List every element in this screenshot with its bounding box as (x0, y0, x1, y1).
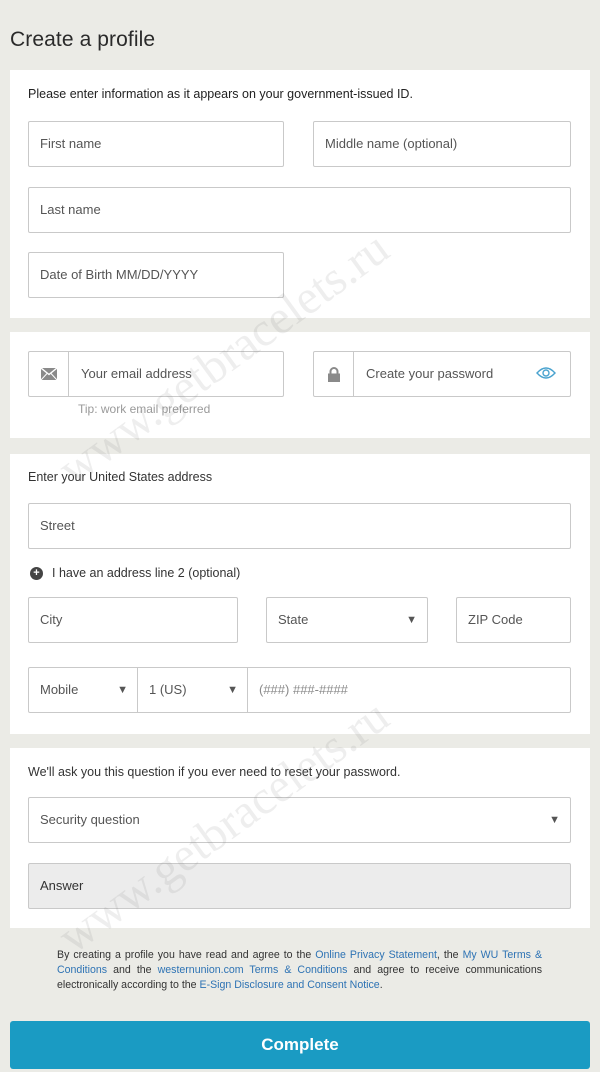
phone-type-select[interactable]: Mobile ▼ (29, 668, 137, 712)
phone-group: Mobile ▼ 1 (US) ▼ (###) ###-#### (28, 667, 571, 713)
chevron-down-icon: ▼ (117, 684, 128, 696)
phone-number-field[interactable]: (###) ###-#### (248, 668, 570, 712)
answer-field[interactable]: Answer (28, 863, 571, 909)
street-field[interactable]: Street (28, 503, 571, 549)
terms-text-part: and the (107, 964, 158, 977)
terms-text-part: , the (436, 949, 463, 961)
phone-placeholder: (###) ###-#### (259, 682, 348, 697)
security-question-select[interactable]: Security question ▼ (28, 797, 571, 843)
email-tip: Tip: work email preferred (78, 402, 211, 416)
terms-text: By creating a profile you have read and … (57, 948, 542, 994)
terms-text-part: By creating a profile you have read and … (57, 949, 316, 961)
zip-field[interactable]: ZIP Code (456, 597, 571, 643)
chevron-down-icon: ▼ (227, 684, 238, 696)
account-card: Your email address Tip: work email prefe… (10, 332, 590, 438)
eye-icon[interactable] (536, 366, 556, 385)
dob-field[interactable]: Date of Birth MM/DD/YYYY (28, 252, 284, 298)
last-name-placeholder: Last name (40, 202, 101, 217)
email-field[interactable]: Your email address (28, 351, 284, 397)
address-heading: Enter your United States address (28, 470, 213, 484)
zip-placeholder: ZIP Code (468, 612, 523, 627)
security-intro: We'll ask you this question if you ever … (28, 765, 401, 779)
complete-button[interactable]: Complete (10, 1021, 590, 1069)
phone-type-value: Mobile (40, 682, 79, 697)
esign-disclosure-link[interactable]: E-Sign Disclosure and Consent Notice (200, 979, 380, 991)
city-field[interactable]: City (28, 597, 238, 643)
add-address-line2[interactable]: + I have an address line 2 (optional) (30, 566, 240, 580)
city-placeholder: City (40, 612, 63, 627)
wu-terms-link[interactable]: westernunion.com Terms & Conditions (158, 964, 348, 976)
middle-name-field[interactable]: Middle name (optional) (313, 121, 571, 167)
street-placeholder: Street (40, 518, 75, 533)
terms-text-part: . (379, 979, 383, 992)
envelope-icon (29, 352, 69, 396)
security-question-placeholder: Security question (40, 812, 140, 827)
answer-placeholder: Answer (40, 878, 84, 893)
password-field[interactable]: Create your password (313, 351, 571, 397)
first-name-placeholder: First name (40, 136, 102, 151)
security-card: We'll ask you this question if you ever … (10, 748, 590, 928)
identity-card: Please enter information as it appears o… (10, 70, 590, 318)
page-title: Create a profile (10, 28, 156, 51)
middle-name-placeholder: Middle name (optional) (325, 136, 458, 151)
country-code-value: 1 (US) (149, 682, 187, 697)
state-placeholder: State (278, 612, 309, 627)
first-name-field[interactable]: First name (28, 121, 284, 167)
address-card: Enter your United States address Street … (10, 454, 590, 734)
plus-circle-icon: + (30, 566, 43, 580)
add-address-line2-label: I have an address line 2 (optional) (52, 566, 241, 580)
password-placeholder: Create your password (366, 366, 494, 381)
email-placeholder: Your email address (81, 366, 192, 381)
id-instruction: Please enter information as it appears o… (28, 87, 413, 101)
last-name-field[interactable]: Last name (28, 187, 571, 233)
state-select[interactable]: State ▼ (266, 597, 428, 643)
chevron-down-icon: ▼ (406, 614, 417, 626)
dob-placeholder: Date of Birth MM/DD/YYYY (40, 267, 199, 282)
lock-icon (314, 352, 354, 396)
privacy-statement-link[interactable]: Online Privacy Statement (315, 949, 437, 961)
chevron-down-icon: ▼ (549, 814, 560, 826)
country-code-select[interactable]: 1 (US) ▼ (138, 668, 247, 712)
